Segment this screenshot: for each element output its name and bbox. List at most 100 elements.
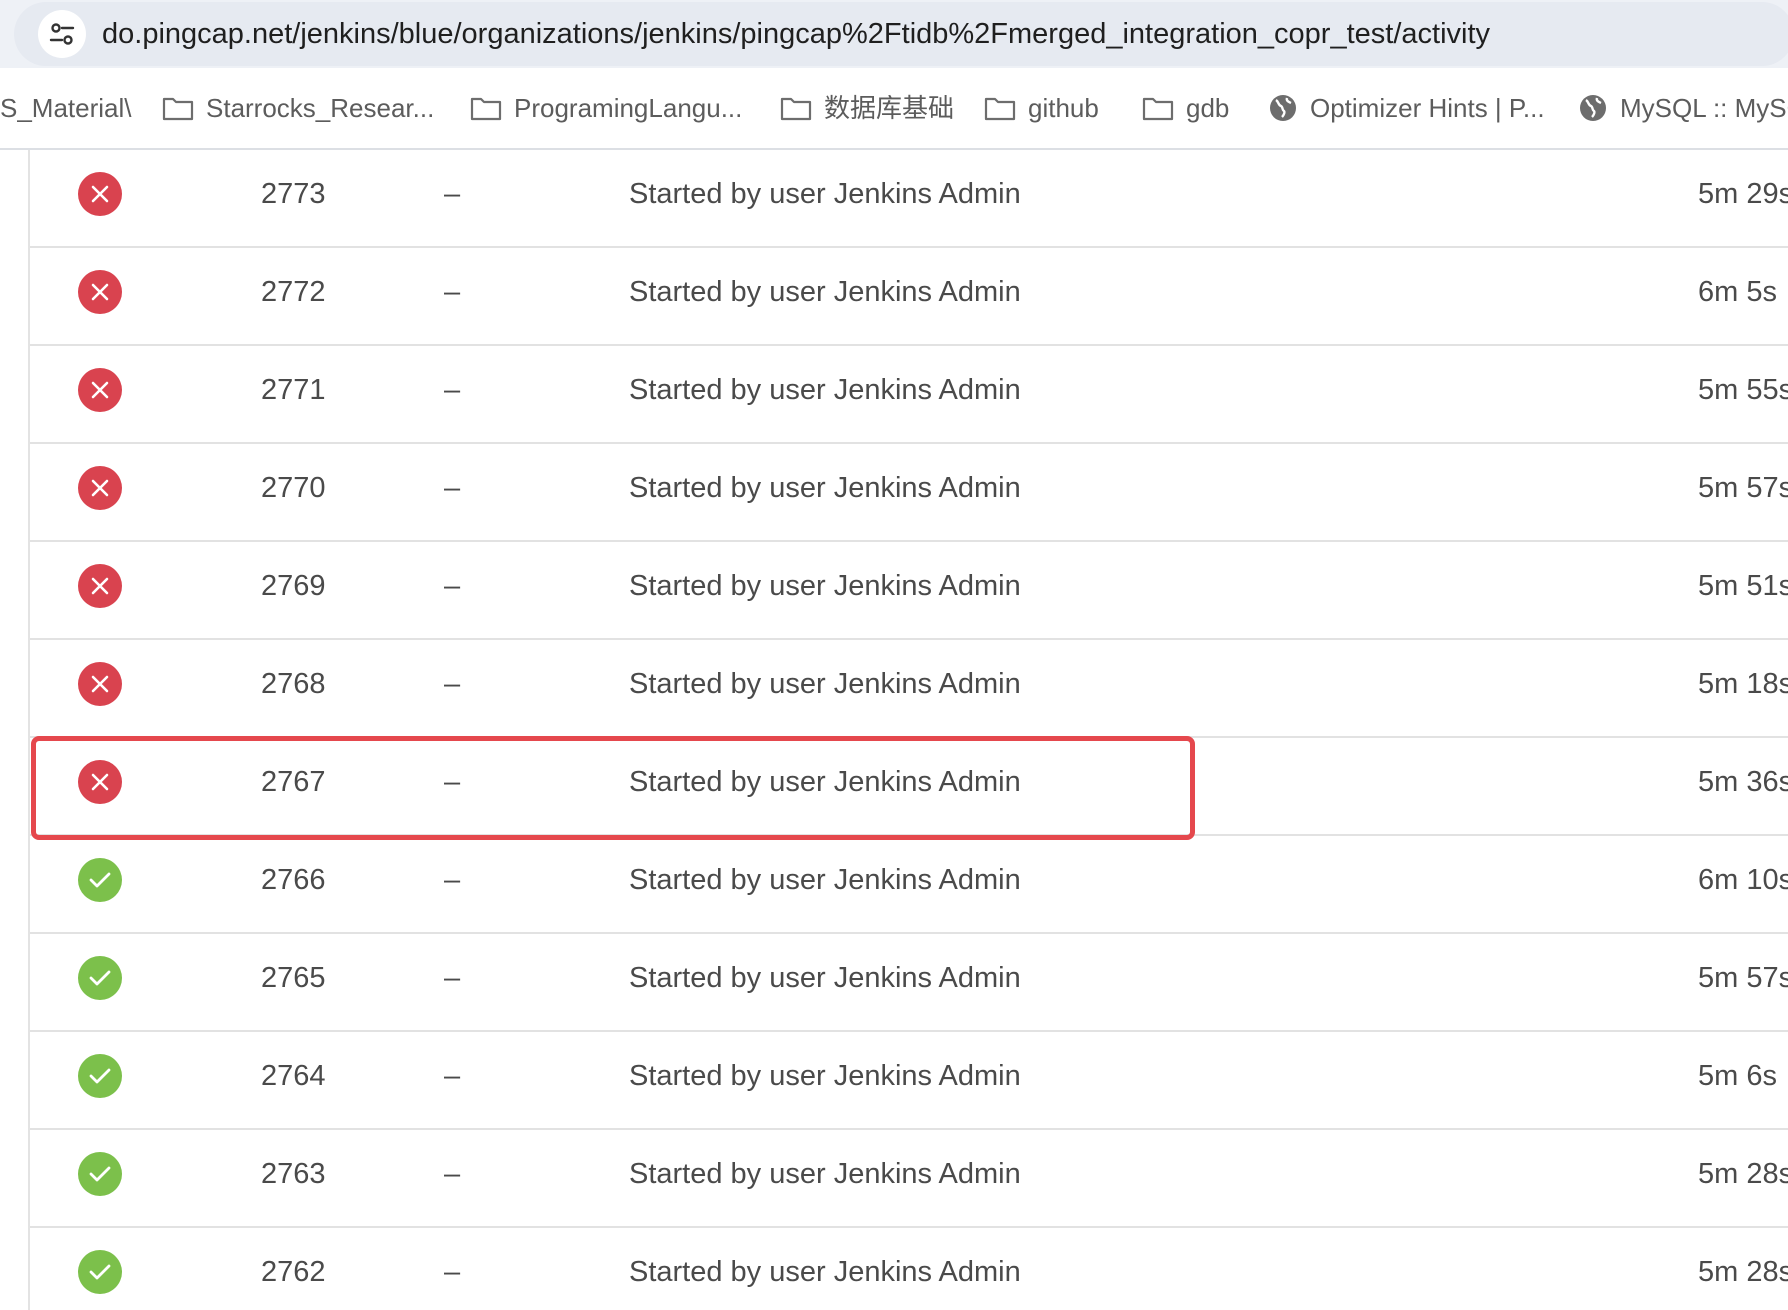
- activity-table: 2773 – Started by user Jenkins Admin 5m …: [0, 150, 1788, 1310]
- run-duration: 5m 57s: [1698, 962, 1788, 994]
- bookmarks-bar: S_Material\ Starrocks_Resear... Programi…: [0, 68, 1788, 150]
- commit-cell: –: [444, 962, 461, 994]
- bookmark-label: gdb: [1186, 93, 1230, 123]
- commit-cell: –: [444, 1256, 461, 1288]
- run-message: Started by user Jenkins Admin: [629, 766, 1021, 798]
- success-check-icon: [89, 872, 111, 888]
- bookmark-label: github: [1028, 93, 1099, 123]
- run-duration: 5m 51s: [1698, 570, 1788, 602]
- url-text[interactable]: do.pingcap.net/jenkins/blue/organization…: [102, 14, 1490, 54]
- run-id: 2773: [261, 178, 326, 210]
- run-message: Started by user Jenkins Admin: [629, 1060, 1021, 1092]
- table-row[interactable]: 2764 – Started by user Jenkins Admin 5m …: [30, 1034, 1788, 1130]
- table-row[interactable]: 2771 – Started by user Jenkins Admin 5m …: [30, 348, 1788, 444]
- failure-x-icon: [91, 479, 109, 497]
- run-duration: 5m 6s: [1698, 1060, 1777, 1092]
- run-id: 2765: [261, 962, 326, 994]
- status-success-badge: [78, 858, 122, 902]
- table-row[interactable]: 2768 – Started by user Jenkins Admin 5m …: [30, 642, 1788, 738]
- run-id: 2772: [261, 276, 326, 308]
- table-row[interactable]: 2773 – Started by user Jenkins Admin 5m …: [30, 152, 1788, 248]
- folder-icon: [1142, 97, 1174, 121]
- status-success-badge: [78, 1054, 122, 1098]
- bookmark-link[interactable]: MySQL :: MySQ: [1578, 88, 1788, 128]
- table-row[interactable]: 2772 – Started by user Jenkins Admin 6m …: [30, 250, 1788, 346]
- status-failure-badge: [78, 172, 122, 216]
- failure-x-icon: [91, 577, 109, 595]
- table-row[interactable]: 2767 – Started by user Jenkins Admin 5m …: [30, 740, 1788, 836]
- table-row[interactable]: 2765 – Started by user Jenkins Admin 5m …: [30, 936, 1788, 1032]
- status-failure-badge: [78, 466, 122, 510]
- run-duration: 5m 55s: [1698, 374, 1788, 406]
- table-row[interactable]: 2769 – Started by user Jenkins Admin 5m …: [30, 544, 1788, 640]
- commit-cell: –: [444, 1060, 461, 1092]
- run-duration: 5m 36s: [1698, 766, 1788, 798]
- status-failure-badge: [78, 270, 122, 314]
- status-failure-badge: [78, 662, 122, 706]
- run-id: 2768: [261, 668, 326, 700]
- bookmark-folder[interactable]: gdb: [1142, 88, 1229, 128]
- commit-cell: –: [444, 276, 461, 308]
- failure-x-icon: [91, 381, 109, 399]
- failure-x-icon: [91, 675, 109, 693]
- bookmark-folder[interactable]: ProgramingLangu...: [470, 88, 742, 128]
- run-duration: 5m 57s: [1698, 472, 1788, 504]
- run-duration: 5m 28s: [1698, 1158, 1788, 1190]
- success-check-icon: [89, 1264, 111, 1280]
- run-message: Started by user Jenkins Admin: [629, 864, 1021, 896]
- bookmark-folder[interactable]: github: [984, 88, 1099, 128]
- run-id: 2770: [261, 472, 326, 504]
- commit-cell: –: [444, 864, 461, 896]
- failure-x-icon: [91, 185, 109, 203]
- folder-icon: [162, 97, 194, 121]
- bookmark-folder[interactable]: Starrocks_Resear...: [162, 88, 434, 128]
- run-id: 2764: [261, 1060, 326, 1092]
- bookmark-folder[interactable]: 数据库基础: [780, 88, 954, 128]
- table-row[interactable]: 2770 – Started by user Jenkins Admin 5m …: [30, 446, 1788, 542]
- table-row[interactable]: 2762 – Started by user Jenkins Admin 5m …: [30, 1230, 1788, 1310]
- status-success-badge: [78, 956, 122, 1000]
- bookmark-link[interactable]: Optimizer Hints | P...: [1268, 88, 1545, 128]
- run-id: 2771: [261, 374, 326, 406]
- run-id: 2767: [261, 766, 326, 798]
- run-id: 2762: [261, 1256, 326, 1288]
- commit-cell: –: [444, 766, 461, 798]
- run-message: Started by user Jenkins Admin: [629, 178, 1021, 210]
- status-failure-badge: [78, 368, 122, 412]
- folder-icon: [470, 97, 502, 121]
- run-duration: 5m 18s: [1698, 668, 1788, 700]
- run-message: Started by user Jenkins Admin: [629, 570, 1021, 602]
- globe-icon: [1270, 95, 1296, 121]
- failure-x-icon: [91, 773, 109, 791]
- status-failure-badge: [78, 564, 122, 608]
- bookmark-label: Optimizer Hints | P...: [1310, 93, 1545, 123]
- commit-cell: –: [444, 570, 461, 602]
- globe-icon: [1580, 95, 1606, 121]
- run-id: 2769: [261, 570, 326, 602]
- run-message: Started by user Jenkins Admin: [629, 962, 1021, 994]
- table-row[interactable]: 2763 – Started by user Jenkins Admin 5m …: [30, 1132, 1788, 1228]
- bookmark-label: 数据库基础: [824, 93, 955, 123]
- run-message: Started by user Jenkins Admin: [629, 472, 1021, 504]
- folder-icon: [780, 97, 812, 121]
- success-check-icon: [89, 1068, 111, 1084]
- run-message: Started by user Jenkins Admin: [629, 374, 1021, 406]
- tune-icon: [49, 23, 75, 45]
- bookmark-label: Starrocks_Resear...: [206, 93, 435, 123]
- success-check-icon: [89, 1166, 111, 1182]
- bookmark-label: S_Material\: [0, 93, 132, 123]
- run-message: Started by user Jenkins Admin: [629, 668, 1021, 700]
- status-failure-badge: [78, 760, 122, 804]
- bookmark-label: MySQL :: MySQ: [1620, 93, 1788, 123]
- site-info-button[interactable]: [38, 10, 86, 58]
- run-id: 2766: [261, 864, 326, 896]
- commit-cell: –: [444, 472, 461, 504]
- status-success-badge: [78, 1250, 122, 1294]
- table-row[interactable]: 2766 – Started by user Jenkins Admin 6m …: [30, 838, 1788, 934]
- failure-x-icon: [91, 283, 109, 301]
- run-id: 2763: [261, 1158, 326, 1190]
- commit-cell: –: [444, 668, 461, 700]
- commit-cell: –: [444, 178, 461, 210]
- bookmark-item[interactable]: S_Material\: [0, 88, 132, 128]
- address-bar[interactable]: do.pingcap.net/jenkins/blue/organization…: [14, 2, 1788, 66]
